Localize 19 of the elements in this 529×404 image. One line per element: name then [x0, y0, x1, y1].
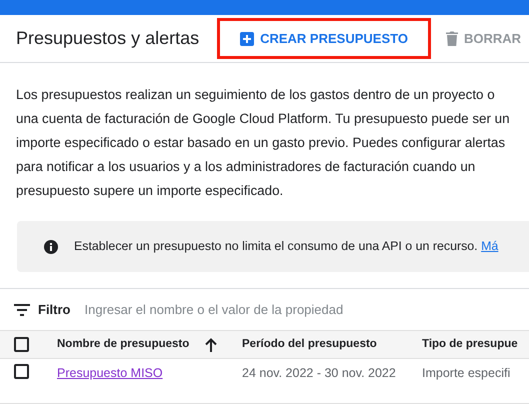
filter-icon — [14, 304, 30, 316]
filter-label: Filtro — [38, 300, 70, 319]
select-all-checkbox[interactable] — [14, 337, 29, 352]
budget-name-link[interactable]: Presupuesto MISO — [57, 366, 163, 380]
column-header[interactable]: Nombre de presupuesto — [57, 336, 218, 354]
sort-arrow-icon — [205, 338, 218, 352]
row-checkbox[interactable] — [14, 364, 29, 379]
column-header[interactable]: Período del presupuesto — [242, 336, 377, 354]
description-text: Los presupuestos realizan un seguimiento de los gastos dentro de un proyecto o una cuenta de facturación de Google Cloud Platform. Tu presupuesto puede ser un importe especificado o estar basado en un gasto previo. Puedes configurar alertas para notificar a los usuarios y a los administradores de facturación cuando un presupuesto supere un importe especificado. — [15, 86, 511, 200]
info-icon — [44, 240, 58, 254]
create-button[interactable]: CREAR PRESUPUESTO — [220, 20, 428, 56]
trash-icon — [446, 31, 458, 46]
table-cell: 24 nov. 2022 - 30 nov. 2022 — [242, 366, 396, 380]
column-header[interactable]: Tipo de presupue — [422, 336, 518, 354]
info-text: Establecer un presupuesto no limita el consumo de una API o un recurso. — [74, 239, 479, 254]
add-icon — [240, 32, 254, 46]
page-title: Presupuestos y alertas — [16, 28, 200, 50]
learn-more-link[interactable]: Má — [481, 239, 498, 254]
table-cell: Importe especifi — [422, 366, 510, 380]
